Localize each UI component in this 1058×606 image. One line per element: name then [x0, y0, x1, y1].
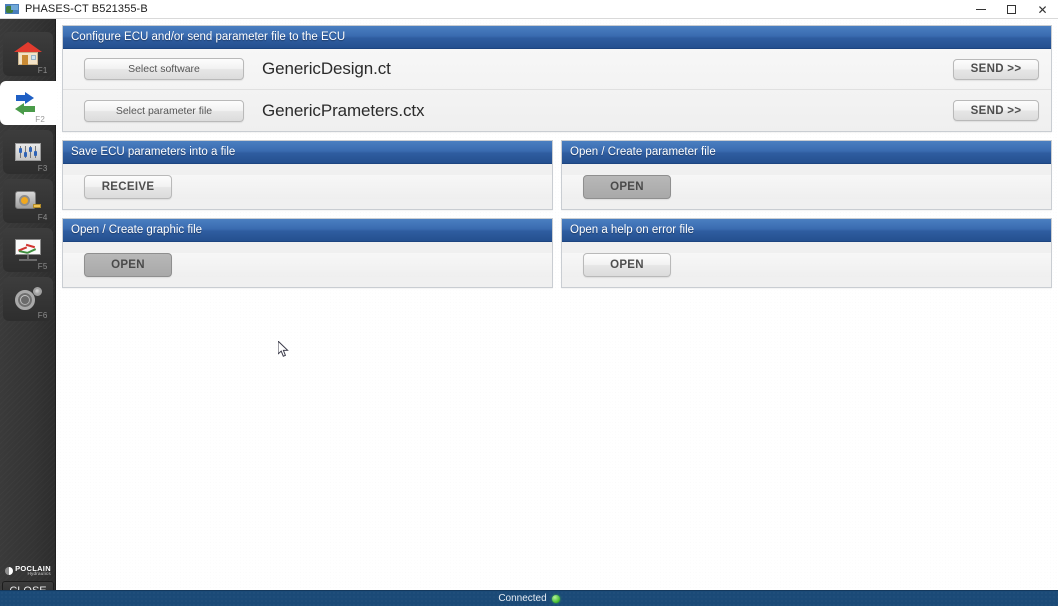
panel-stack: Configure ECU and/or send parameter file…	[56, 19, 1058, 296]
receive-button[interactable]: RECEIVE	[84, 175, 172, 199]
parameter-file-row: Select parameter file GenericPrameters.c…	[63, 90, 1051, 131]
poclain-logo: POCLAIN Hydraulics	[0, 565, 56, 581]
configure-ecu-panel-body: Select software GenericDesign.ct SEND >>…	[63, 49, 1051, 131]
open-help-on-error-panel-title: Open a help on error file	[570, 224, 695, 236]
minimize-button[interactable]	[965, 0, 996, 19]
status-bar: Connected	[0, 590, 1058, 606]
home-icon	[13, 40, 43, 68]
sidebar-item-parameters-fkey: F3	[37, 164, 48, 173]
save-ecu-parameters-panel-body: RECEIVE	[63, 175, 552, 199]
sidebar-item-transfer-fkey: F2	[35, 115, 45, 124]
select-software-button[interactable]: Select software	[84, 58, 244, 80]
main-content: Configure ECU and/or send parameter file…	[56, 19, 1058, 606]
open-create-graphic-file-panel-title: Open / Create graphic file	[71, 224, 203, 236]
exchange-arrows-icon	[13, 89, 43, 117]
app-icon	[5, 2, 19, 16]
sidebar-item-graph[interactable]: F5	[2, 228, 53, 272]
maximize-button[interactable]	[996, 0, 1027, 19]
sidebar-nav: F1 F2 F3 F4 F5 F6	[0, 19, 56, 321]
configure-ecu-panel: Configure ECU and/or send parameter file…	[62, 25, 1052, 132]
send-software-button[interactable]: SEND >>	[953, 58, 1039, 80]
close-icon: ✕	[1037, 2, 1048, 17]
gear-icon	[13, 285, 43, 313]
software-file-name: GenericDesign.ct	[262, 59, 391, 78]
minimize-icon	[975, 9, 986, 10]
open-create-graphic-file-panel-header: Open / Create graphic file	[63, 219, 552, 242]
app-frame: F1 F2 F3 F4 F5 F6 POCLAIN Hydraulics Con…	[0, 19, 1058, 606]
open-graphic-file-button[interactable]: OPEN	[84, 253, 172, 277]
open-create-parameter-file-panel-header: Open / Create parameter file	[562, 141, 1051, 164]
mouse-cursor	[278, 341, 289, 357]
close-window-button[interactable]: ✕	[1027, 0, 1058, 19]
sidebar-item-settings[interactable]: F6	[2, 277, 53, 321]
select-parameter-file-button[interactable]: Select parameter file	[84, 99, 244, 122]
configure-ecu-panel-title: Configure ECU and/or send parameter file…	[71, 31, 346, 43]
open-create-graphic-file-panel-body: OPEN	[63, 253, 552, 277]
panel-row-2: Open / Create graphic file OPEN Open a h…	[62, 218, 1052, 296]
sidebar-item-transfer[interactable]: F2	[0, 81, 56, 125]
window-controls: ✕	[965, 0, 1058, 19]
panel-row-1: Save ECU parameters into a file RECEIVE …	[62, 140, 1052, 218]
sidebar-item-home[interactable]: F1	[2, 32, 53, 76]
window-title: PHASES-CT B521355-B	[25, 3, 148, 15]
parameter-file-name: GenericPrameters.ctx	[262, 100, 425, 120]
save-ecu-parameters-panel: Save ECU parameters into a file RECEIVE	[62, 140, 553, 210]
sidebar-item-measure[interactable]: F4	[2, 179, 53, 223]
brand-tagline: Hydraulics	[27, 571, 51, 577]
save-ecu-parameters-panel-header: Save ECU parameters into a file	[63, 141, 552, 164]
window-titlebar: PHASES-CT B521355-B ✕	[0, 0, 1058, 19]
connection-status-text: Connected	[498, 593, 547, 604]
sidebar-item-measure-fkey: F4	[37, 213, 48, 222]
save-ecu-parameters-panel-title: Save ECU parameters into a file	[71, 146, 236, 158]
tape-measure-icon	[13, 187, 43, 215]
open-help-file-button[interactable]: OPEN	[583, 253, 671, 277]
sidebar-item-graph-fkey: F5	[37, 262, 48, 271]
open-help-on-error-panel: Open a help on error file OPEN	[561, 218, 1052, 288]
send-parameter-file-button[interactable]: SEND >>	[953, 100, 1039, 121]
poclain-mark-icon	[5, 566, 14, 575]
software-file-row: Select software GenericDesign.ct SEND >>	[63, 49, 1051, 90]
maximize-icon	[1007, 5, 1016, 14]
green-status-dot-icon	[551, 594, 560, 603]
sidebar-item-settings-fkey: F6	[37, 311, 48, 320]
configure-ecu-panel-header: Configure ECU and/or send parameter file…	[63, 26, 1051, 49]
open-parameter-file-button[interactable]: OPEN	[583, 175, 671, 199]
open-help-on-error-panel-body: OPEN	[562, 253, 1051, 277]
open-create-graphic-file-panel: Open / Create graphic file OPEN	[62, 218, 553, 288]
sidebar-item-parameters[interactable]: F3	[2, 130, 53, 174]
sidebar: F1 F2 F3 F4 F5 F6 POCLAIN Hydraulics	[0, 19, 56, 606]
sidebar-item-home-fkey: F1	[37, 66, 48, 75]
open-create-parameter-file-panel-title: Open / Create parameter file	[570, 146, 716, 158]
open-help-on-error-panel-header: Open a help on error file	[562, 219, 1051, 242]
sliders-icon	[13, 138, 43, 166]
open-create-parameter-file-panel: Open / Create parameter file OPEN	[561, 140, 1052, 210]
open-create-parameter-file-panel-body: OPEN	[562, 175, 1051, 199]
chart-board-icon	[13, 236, 43, 264]
